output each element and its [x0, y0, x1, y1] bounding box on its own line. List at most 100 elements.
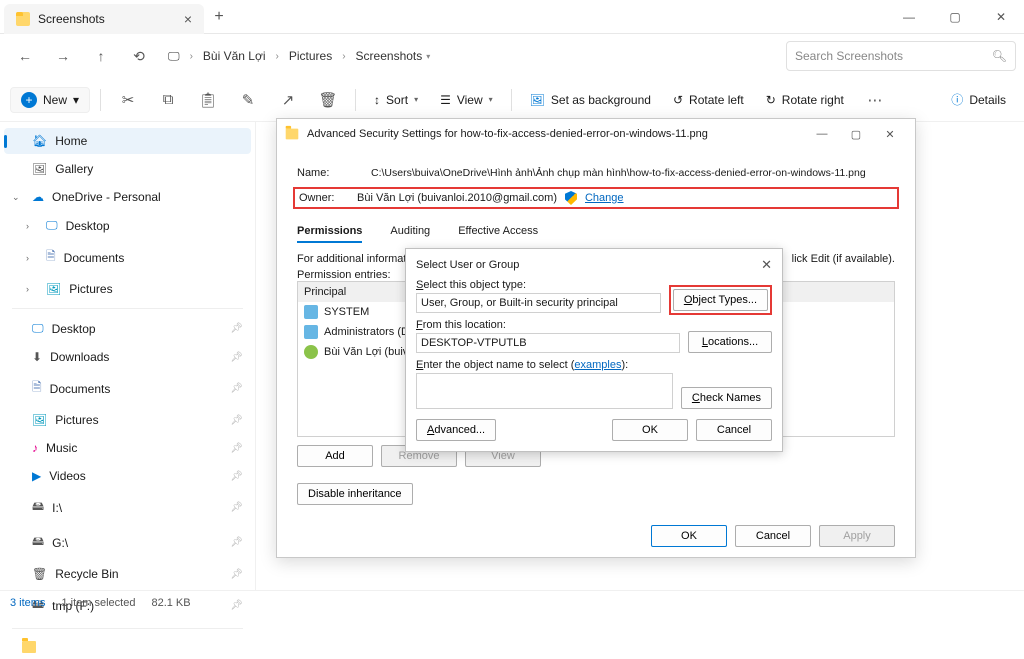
object-name-input[interactable]: [416, 373, 673, 409]
name-label: Name:: [297, 167, 351, 179]
pin-icon: 📌︎: [230, 383, 243, 394]
paste-button[interactable]: 📋︎: [191, 83, 225, 117]
close-tab-icon[interactable]: ×: [184, 11, 192, 27]
examples-link[interactable]: examples: [574, 359, 621, 371]
chevron-down-icon[interactable]: ▾: [426, 52, 430, 61]
sidebar-item-onedrive[interactable]: ⌄☁OneDrive - Personal: [4, 184, 251, 210]
chevron-down-icon[interactable]: ⌄: [12, 192, 20, 203]
shield-icon: [565, 191, 577, 205]
chevron-right-icon[interactable]: ›: [26, 253, 29, 263]
cancel-button[interactable]: Cancel: [735, 525, 811, 547]
add-button[interactable]: Add: [297, 445, 373, 467]
tab-title: Screenshots: [38, 12, 105, 26]
user-dialog-titlebar: Select User or Group ✕: [416, 257, 772, 273]
sidebar-item-desktop-od[interactable]: ›🖵Desktop: [4, 212, 251, 239]
selected-count: 1 item selected: [61, 597, 135, 609]
user-dialog-close[interactable]: ✕: [761, 257, 772, 273]
change-link[interactable]: Change: [585, 192, 624, 204]
advanced-button[interactable]: Advanced...: [416, 419, 496, 441]
user-cancel-button[interactable]: Cancel: [696, 419, 772, 441]
sidebar-item-documents-od[interactable]: ›🗎Documents: [4, 241, 251, 274]
sidebar-item-documents[interactable]: 🗎Documents📌︎: [4, 372, 251, 405]
cut-button[interactable]: ✂: [111, 83, 145, 117]
sidebar-item-gallery[interactable]: 🖼︎Gallery: [4, 156, 251, 182]
sidebar-item-pictures-od[interactable]: ›🖼︎Pictures: [4, 276, 251, 302]
back-button[interactable]: ←: [8, 39, 42, 73]
close-button[interactable]: ✕: [978, 0, 1024, 34]
details-button[interactable]: ⓘ Details: [943, 87, 1014, 112]
sort-button[interactable]: ↕ Sort ▾: [366, 89, 426, 111]
disable-inheritance-button[interactable]: Disable inheritance: [297, 483, 413, 505]
locations-button[interactable]: Locations...: [688, 331, 772, 353]
minimize-button[interactable]: —: [886, 0, 932, 34]
ok-button[interactable]: OK: [651, 525, 727, 547]
tab-auditing[interactable]: Auditing: [390, 221, 430, 243]
sidebar-item-recycle[interactable]: 🗑︎Recycle Bin📌︎: [4, 561, 251, 587]
selected-size: 82.1 KB: [151, 597, 190, 609]
videos-label: Videos: [49, 469, 85, 483]
user-ok-button[interactable]: OK: [612, 419, 688, 441]
item-count: 3 items: [10, 597, 45, 609]
set-background-button[interactable]: 🖼︎ Set as background: [522, 89, 659, 111]
new-tab-button[interactable]: +: [204, 8, 234, 26]
object-types-button[interactable]: Object Types...: [673, 289, 768, 311]
refresh-button[interactable]: ⟲: [122, 39, 156, 73]
chevron-right-icon[interactable]: ›: [26, 221, 29, 231]
group-icon: [304, 305, 318, 319]
search-input[interactable]: Search Screenshots 🔍︎: [786, 41, 1016, 71]
dialog-close[interactable]: ✕: [873, 120, 907, 148]
breadcrumb[interactable]: 🖵 › Bùi Văn Lợi › Pictures › Screenshots…: [160, 49, 782, 64]
rename-button[interactable]: ✎: [231, 83, 265, 117]
breadcrumb-screenshots[interactable]: Screenshots: [356, 49, 423, 63]
new-button[interactable]: + New ▾: [10, 87, 90, 113]
maximize-button[interactable]: ▢: [932, 0, 978, 34]
desktop-icon: 🖵: [46, 218, 58, 233]
sidebar-item-downloads[interactable]: ⬇Downloads📌︎: [4, 344, 251, 370]
user-icon: [304, 345, 318, 359]
sidebar-item-drive-g[interactable]: 🖴G:\📌︎: [4, 526, 251, 559]
new-label: New: [43, 93, 67, 107]
pc-icon: 🖵: [168, 49, 180, 64]
separator: [511, 89, 512, 111]
separator: [355, 89, 356, 111]
rotate-left-button[interactable]: ↺ Rotate left: [665, 89, 752, 111]
sidebar-item-drive-i[interactable]: 🖴I:\📌︎: [4, 491, 251, 524]
sidebar-item-videos[interactable]: ▶Videos📌︎: [4, 463, 251, 489]
rotate-right-button[interactable]: ↻ Rotate right: [758, 89, 852, 111]
owner-value: Bùi Văn Lợi (buivanloi.2010@gmail.com): [357, 192, 557, 204]
up-button[interactable]: ↑: [84, 39, 118, 73]
check-names-button[interactable]: Check Names: [681, 387, 772, 409]
dialog-maximize[interactable]: ▢: [839, 120, 873, 148]
copy-button[interactable]: ⧉: [151, 83, 185, 117]
tab-screenshots[interactable]: Screenshots ×: [4, 4, 204, 34]
select-user-dialog: Select User or Group ✕ SSelect this obje…: [405, 248, 783, 452]
sidebar-item-pictures[interactable]: 🖼︎Pictures📌︎: [4, 407, 251, 433]
documents-label: Documents: [64, 251, 125, 265]
forward-button[interactable]: →: [46, 39, 80, 73]
breadcrumb-user[interactable]: Bùi Văn Lợi: [203, 49, 266, 63]
rotl-label: Rotate left: [689, 93, 744, 107]
delete-button[interactable]: 🗑︎: [311, 83, 345, 117]
view-icon: ☰: [440, 93, 451, 107]
chevron-right-icon[interactable]: ›: [26, 284, 29, 294]
from-location-label: From this location:: [416, 319, 680, 331]
sidebar-item-home[interactable]: 🏠︎Home: [4, 128, 251, 154]
videos-icon: ▶: [32, 469, 41, 483]
sidebar-item-desktop[interactable]: 🖵Desktop📌︎: [4, 315, 251, 342]
share-button[interactable]: ↗: [271, 83, 305, 117]
col-principal: Principal: [304, 286, 346, 298]
rotate-right-icon: ↻: [766, 93, 776, 107]
view-button[interactable]: ☰ View ▾: [432, 89, 501, 111]
action-toolbar: + New ▾ ✂ ⧉ 📋︎ ✎ ↗ 🗑︎ ↕ Sort ▾ ☰ View ▾ …: [0, 78, 1024, 122]
window-controls: — ▢ ✕: [886, 0, 1024, 34]
tab-permissions[interactable]: Permissions: [297, 221, 362, 243]
tab-effective-access[interactable]: Effective Access: [458, 221, 538, 243]
principal-system: SYSTEM: [324, 306, 369, 318]
more-button[interactable]: ⋯: [858, 83, 892, 117]
breadcrumb-pictures[interactable]: Pictures: [289, 49, 332, 63]
dialog-minimize[interactable]: —: [805, 120, 839, 148]
sidebar-item-folder[interactable]: [4, 635, 251, 659]
onedrive-icon: ☁: [32, 190, 44, 204]
documents-icon: 🗎: [32, 378, 42, 399]
sidebar-item-music[interactable]: ♪Music📌︎: [4, 435, 251, 461]
